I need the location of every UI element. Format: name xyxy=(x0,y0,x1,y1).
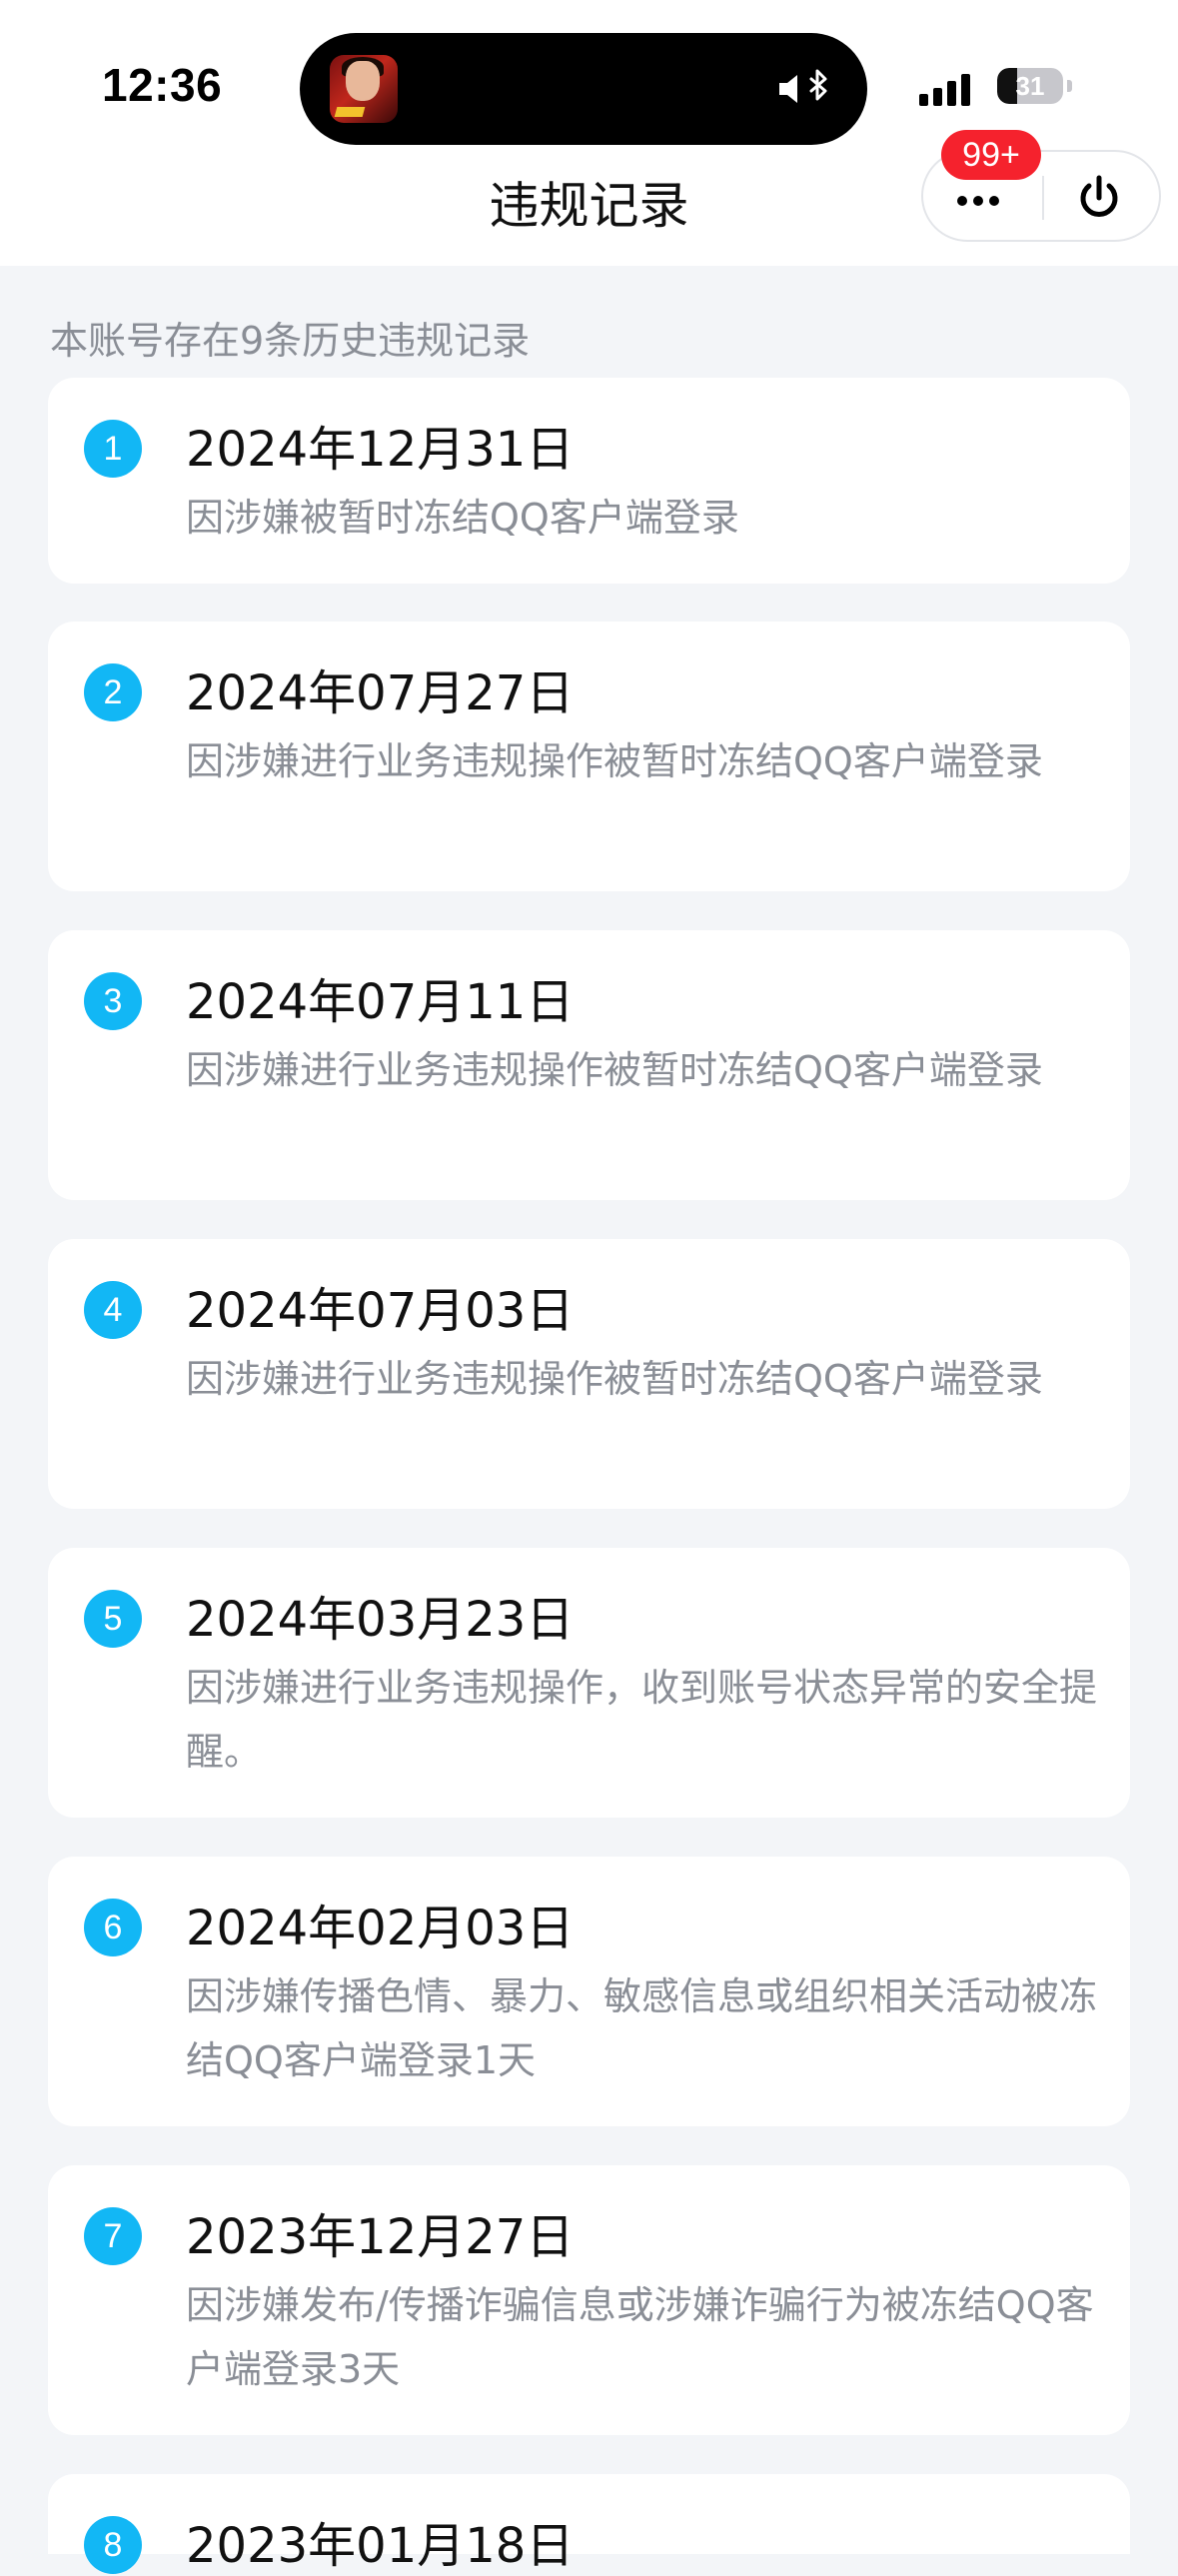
record-number: 5 xyxy=(84,1590,142,1648)
record-description: 因涉嫌进行业务违规操作被暂时冻结QQ客户端登录 xyxy=(186,1357,1043,1401)
record-number: 3 xyxy=(84,972,142,1030)
now-playing-album-art[interactable] xyxy=(330,55,398,123)
more-icon xyxy=(957,196,967,206)
record-number: 1 xyxy=(84,420,142,478)
dynamic-island[interactable] xyxy=(300,33,867,145)
record-date: 2023年12月27日 xyxy=(186,2209,575,2265)
status-indicators: 31 xyxy=(919,66,1079,110)
record-date: 2023年01月18日 xyxy=(186,2518,575,2574)
record-number: 6 xyxy=(84,1899,142,1956)
capsule-divider xyxy=(1042,176,1044,220)
record-date: 2024年07月03日 xyxy=(186,1283,575,1339)
notification-badge: 99+ xyxy=(941,130,1041,180)
record-card: 5 2024年03月23日 因涉嫌进行业务违规操作，收到账号状态异常的安全提醒。 xyxy=(48,1548,1130,1818)
record-number: 2 xyxy=(84,663,142,721)
record-card: 2 2024年07月27日 因涉嫌进行业务违规操作被暂时冻结QQ客户端登录 xyxy=(48,622,1130,891)
violation-summary: 本账号存在9条历史违规记录 xyxy=(50,319,531,363)
record-description: 因涉嫌被暂时冻结QQ客户端登录 xyxy=(186,496,739,540)
record-card: 6 2024年02月03日 因涉嫌传播色情、暴力、敏感信息或组织相关活动被冻结Q… xyxy=(48,1857,1130,2126)
bluetooth-audio-icon xyxy=(779,69,827,103)
top-area: 12:36 31 违规记录 99+ xyxy=(0,0,1178,266)
battery-icon: 31 xyxy=(997,68,1063,104)
record-number: 8 xyxy=(84,2516,142,2574)
record-description: 因涉嫌发布/传播诈骗信息或涉嫌诈骗行为被冻结QQ客户端登录3天 xyxy=(186,2283,1094,2391)
record-date: 2024年07月27日 xyxy=(186,665,575,721)
status-time: 12:36 xyxy=(102,59,223,111)
record-description: 因涉嫌传播色情、暴力、敏感信息或组织相关活动被冻结QQ客户端登录1天 xyxy=(186,1974,1098,2082)
record-date: 2024年07月11日 xyxy=(186,974,575,1030)
record-number: 7 xyxy=(84,2207,142,2265)
battery-level: 31 xyxy=(1015,71,1045,101)
record-number: 4 xyxy=(84,1281,142,1339)
record-date: 2024年12月31日 xyxy=(186,422,575,478)
record-card: 3 2024年07月11日 因涉嫌进行业务违规操作被暂时冻结QQ客户端登录 xyxy=(48,930,1130,1200)
close-power-icon[interactable] xyxy=(1073,172,1125,224)
record-card: 1 2024年12月31日 因涉嫌被暂时冻结QQ客户端登录 xyxy=(48,378,1130,584)
record-description: 因涉嫌进行业务违规操作，收到账号状态异常的安全提醒。 xyxy=(186,1666,1098,1774)
record-date: 2024年03月23日 xyxy=(186,1592,575,1648)
record-description: 因涉嫌进行业务违规操作被暂时冻结QQ客户端登录 xyxy=(186,739,1043,783)
record-card: 4 2024年07月03日 因涉嫌进行业务违规操作被暂时冻结QQ客户端登录 xyxy=(48,1239,1130,1509)
record-card: 7 2023年12月27日 因涉嫌发布/传播诈骗信息或涉嫌诈骗行为被冻结QQ客户… xyxy=(48,2165,1130,2435)
more-menu-button[interactable] xyxy=(953,174,1033,222)
record-date: 2024年02月03日 xyxy=(186,1901,575,1956)
record-card: 8 2023年01月18日 xyxy=(48,2474,1130,2574)
record-description: 因涉嫌进行业务违规操作被暂时冻结QQ客户端登录 xyxy=(186,1048,1043,1092)
